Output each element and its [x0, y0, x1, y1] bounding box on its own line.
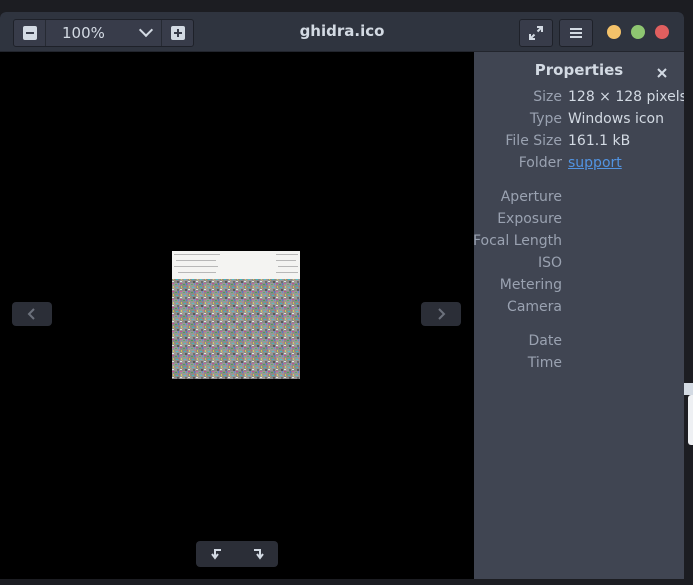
zoom-level-dropdown[interactable]: 100% [46, 20, 161, 46]
property-row-iso: ISO [474, 255, 684, 277]
property-label: Metering [499, 277, 562, 293]
property-value: Windows icon [568, 111, 664, 127]
property-row-size: Size 128 × 128 pixels [474, 89, 684, 111]
property-label: Date [528, 333, 562, 349]
zoom-out-icon [22, 26, 37, 40]
main-menu-button[interactable] [559, 19, 593, 47]
rotate-right-button[interactable] [251, 545, 265, 564]
zoom-out-button[interactable] [14, 20, 46, 46]
close-properties-button[interactable] [657, 63, 667, 82]
zoom-in-button[interactable] [161, 20, 193, 46]
property-row-focal-length: Focal Length [472, 233, 684, 255]
property-row-folder: Folder support [474, 155, 684, 177]
chevron-left-icon [27, 308, 35, 320]
zoom-level-value: 100% [62, 24, 105, 42]
folder-link[interactable]: support [568, 155, 622, 171]
hamburger-menu-icon [570, 28, 582, 38]
properties-panel: Properties Size 128 × 128 pixels Type Wi… [472, 52, 684, 579]
zoom-in-icon [170, 26, 185, 40]
previous-image-button[interactable] [12, 302, 52, 326]
rotate-left-button[interactable] [210, 545, 224, 564]
property-label: Type [529, 111, 562, 127]
chevron-down-icon [138, 22, 154, 38]
property-label: Focal Length [472, 233, 562, 249]
property-row-date: Date [474, 333, 684, 355]
properties-title: Properties [534, 61, 624, 79]
chevron-right-icon [438, 308, 446, 320]
minimize-button[interactable] [607, 25, 621, 39]
zoom-control: 100% [13, 19, 194, 47]
image-viewer-window: 100% ghidra.ico Properties Size 128 × 12… [0, 12, 684, 579]
fullscreen-icon [529, 26, 543, 40]
fullscreen-button[interactable] [519, 19, 553, 47]
background-window-edge [688, 395, 693, 445]
property-label: Folder [518, 155, 562, 171]
image-canvas [0, 52, 474, 579]
background-window-edge [684, 383, 693, 395]
rotate-controls [196, 541, 278, 567]
property-row-file-size: File Size 161.1 kB [474, 133, 684, 155]
property-label: Camera [507, 299, 562, 315]
rotate-left-icon [210, 548, 221, 560]
close-icon [657, 68, 667, 78]
property-row-type: Type Windows icon [474, 111, 684, 133]
next-image-button[interactable] [421, 302, 461, 326]
maximize-button[interactable] [631, 25, 645, 39]
property-value: 161.1 kB [568, 133, 631, 149]
property-label: Size [533, 89, 562, 105]
image-preview [172, 251, 300, 379]
property-row-aperture: Aperture [474, 189, 684, 211]
property-label: Aperture [500, 189, 562, 205]
property-label: File Size [505, 133, 562, 149]
property-label: Exposure [497, 211, 562, 227]
rotate-right-icon [253, 548, 264, 560]
property-label: ISO [537, 255, 562, 271]
property-value: 128 × 128 pixels [568, 89, 684, 105]
header-bar: 100% ghidra.ico [0, 12, 684, 52]
property-row-time: Time [474, 355, 684, 377]
property-row-camera: Camera [474, 299, 684, 321]
close-window-button[interactable] [655, 25, 669, 39]
property-row-metering: Metering [474, 277, 684, 299]
property-row-exposure: Exposure [474, 211, 684, 233]
property-label: Time [527, 355, 562, 371]
